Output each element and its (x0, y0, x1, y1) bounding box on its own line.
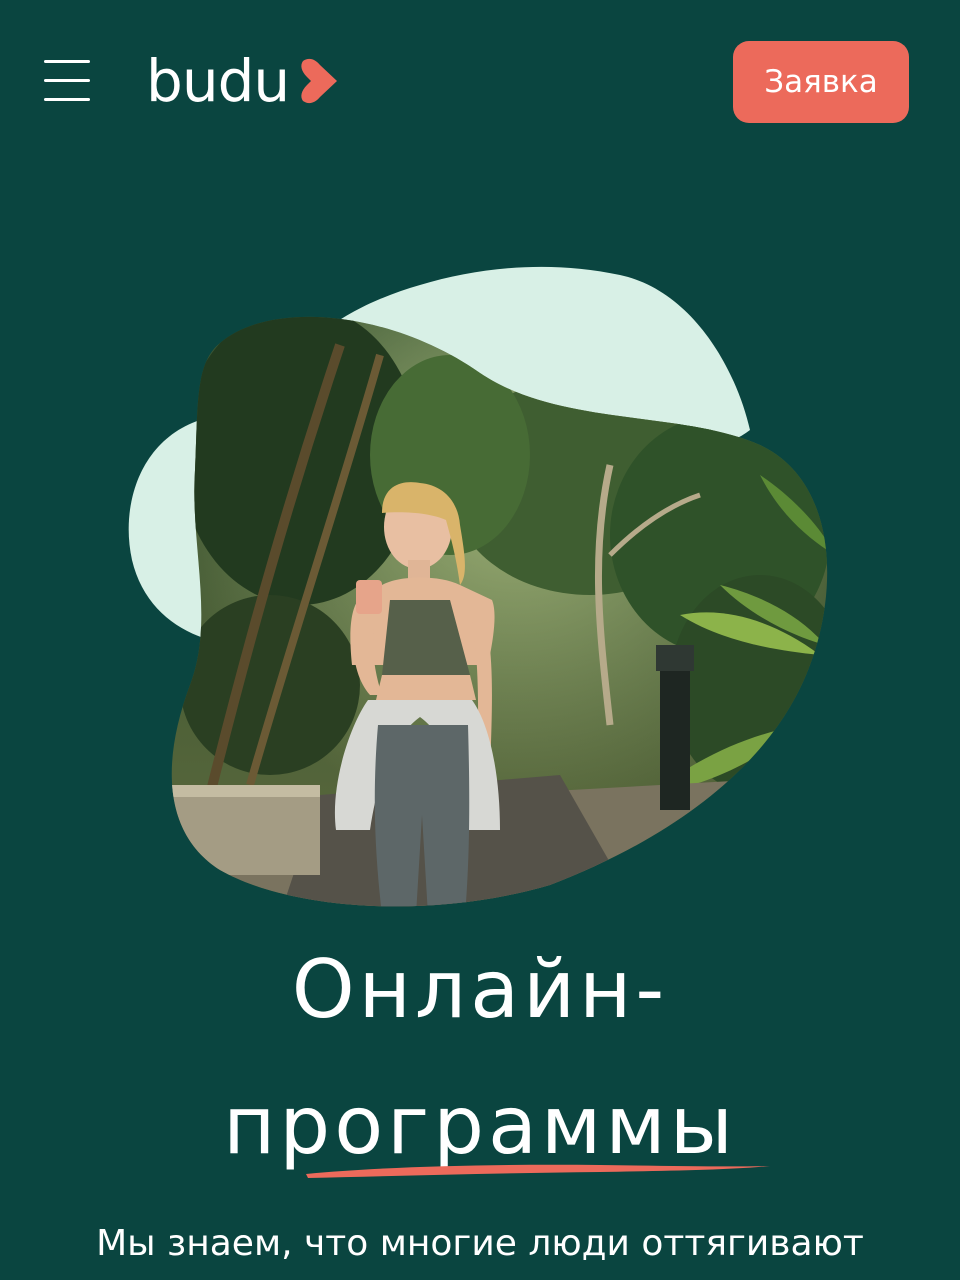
logo[interactable]: budu (146, 46, 341, 116)
request-button[interactable]: Заявка (733, 41, 909, 123)
headline-line-1: Онлайн- (291, 943, 669, 1036)
heart-arrow-icon (301, 58, 338, 104)
brush-underline (306, 1164, 770, 1178)
hero-image (120, 255, 840, 915)
description-text: Мы знаем, что многие люди оттягивают (96, 1223, 864, 1264)
page: budu Заявка Онлайн- программы Мы знаем, … (0, 0, 960, 1280)
menu-button[interactable] (44, 60, 90, 102)
logo-text: budu (146, 47, 290, 115)
hamburger-menu-icon (44, 60, 90, 63)
